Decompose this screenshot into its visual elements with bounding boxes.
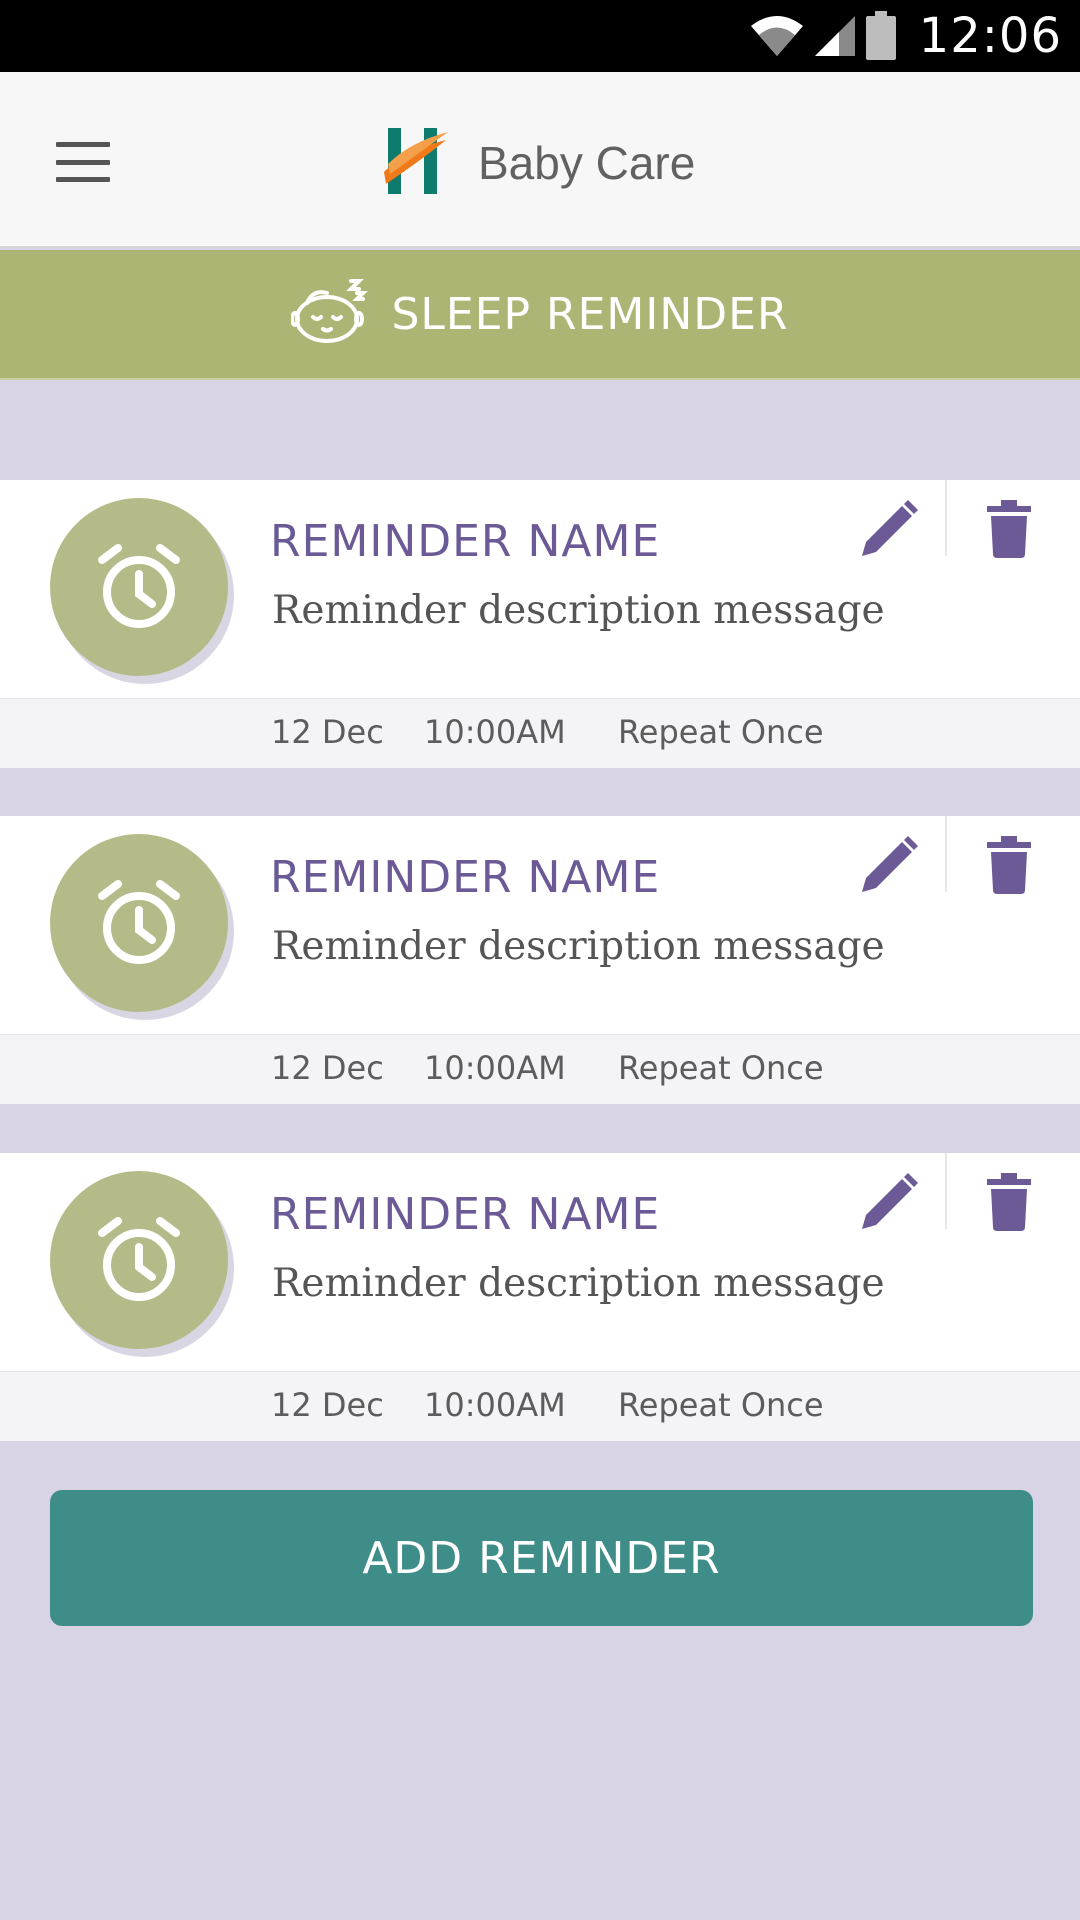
reminder-date: 12 Dec <box>271 1049 384 1087</box>
wifi-icon <box>749 14 805 58</box>
action-divider <box>945 816 947 892</box>
status-time: 12:06 <box>918 8 1062 64</box>
reminder-name: REMINDER NAME <box>270 852 661 903</box>
reminder-date: 12 Dec <box>271 1386 384 1424</box>
reminder-description: Reminder description message <box>272 1261 885 1306</box>
reminder-card: REMINDER NAME Reminder description messa… <box>0 816 1080 1104</box>
reminder-card: REMINDER NAME Reminder description messa… <box>0 480 1080 768</box>
app-title: Baby Care <box>478 137 696 189</box>
banner-title: SLEEP REMINDER <box>391 288 789 340</box>
reminder-meta: 12 Dec 10:00AM Repeat Once <box>0 698 1080 768</box>
reminder-repeat: Repeat Once <box>618 1049 824 1087</box>
reminder-date: 12 Dec <box>271 713 384 751</box>
reminder-repeat: Repeat Once <box>618 1386 824 1424</box>
reminder-repeat: Repeat Once <box>618 713 824 751</box>
pencil-icon[interactable] <box>858 1171 920 1233</box>
app-bar: Baby Care <box>0 72 1080 248</box>
action-divider <box>945 480 947 556</box>
reminder-card: REMINDER NAME Reminder description messa… <box>0 1153 1080 1441</box>
alarm-clock-icon <box>50 498 228 676</box>
trash-icon[interactable] <box>980 1171 1038 1233</box>
reminder-time: 10:00AM <box>424 713 566 751</box>
reminder-time: 10:00AM <box>424 1049 566 1087</box>
app-logo <box>384 127 448 199</box>
brand: Baby Care <box>384 127 696 199</box>
reminder-description: Reminder description message <box>272 588 885 633</box>
reminder-name: REMINDER NAME <box>270 1189 661 1240</box>
sleeping-baby-icon <box>290 278 369 350</box>
trash-icon[interactable] <box>980 834 1038 896</box>
reminder-description: Reminder description message <box>272 924 885 969</box>
reminder-card-body[interactable]: REMINDER NAME Reminder description messa… <box>0 816 1080 1034</box>
alarm-clock-icon <box>50 1171 228 1349</box>
status-bar: 12:06 <box>0 0 1080 72</box>
cellular-signal-icon <box>813 14 857 58</box>
trash-icon[interactable] <box>980 498 1038 560</box>
battery-icon <box>865 11 897 61</box>
reminder-meta: 12 Dec 10:00AM Repeat Once <box>0 1034 1080 1104</box>
reminder-time: 10:00AM <box>424 1386 566 1424</box>
reminder-name: REMINDER NAME <box>270 516 661 567</box>
pencil-icon[interactable] <box>858 498 920 560</box>
alarm-clock-icon <box>50 834 228 1012</box>
reminder-card-body[interactable]: REMINDER NAME Reminder description messa… <box>0 480 1080 698</box>
reminder-meta: 12 Dec 10:00AM Repeat Once <box>0 1371 1080 1441</box>
action-divider <box>945 1153 947 1229</box>
pencil-icon[interactable] <box>858 834 920 896</box>
reminder-card-body[interactable]: REMINDER NAME Reminder description messa… <box>0 1153 1080 1371</box>
hamburger-menu-icon[interactable] <box>56 142 110 182</box>
section-banner: SLEEP REMINDER <box>0 250 1080 380</box>
add-reminder-button[interactable]: ADD REMINDER <box>50 1490 1033 1626</box>
